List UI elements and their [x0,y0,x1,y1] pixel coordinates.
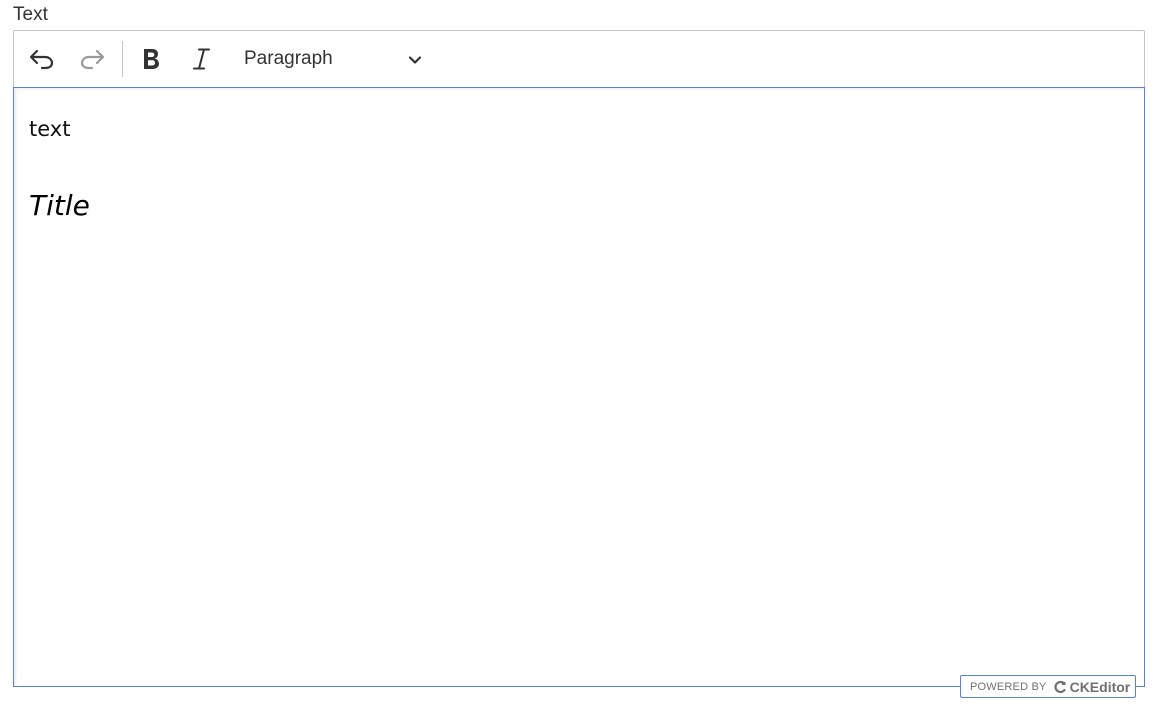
toolbar-separator [122,41,123,77]
heading-dropdown-label: Paragraph [244,48,333,69]
editor-toolbar: Paragraph [13,30,1145,87]
rich-text-editor: Paragraph text Title [13,30,1145,687]
powered-by-badge[interactable]: POWERED BY CKEditor [960,675,1136,698]
undo-button[interactable] [22,39,62,79]
undo-icon [28,48,56,70]
italic-button[interactable] [181,39,221,79]
bold-icon [140,47,162,71]
heading-dropdown[interactable]: Paragraph [236,39,432,79]
ckeditor-brand: CKEditor [1069,678,1131,695]
paragraph-text: text [29,117,71,141]
italic-title-text: Title [29,189,90,222]
field-label: Text [13,4,48,25]
redo-button[interactable] [72,39,112,79]
powered-by-label: POWERED BY [970,680,1047,693]
editor-content-area[interactable]: text Title [13,87,1145,687]
bold-button[interactable] [131,39,171,79]
redo-icon [78,48,106,70]
italic-icon [191,47,211,71]
ckeditor-logo-icon [1053,680,1067,694]
chevron-down-icon [408,53,422,71]
